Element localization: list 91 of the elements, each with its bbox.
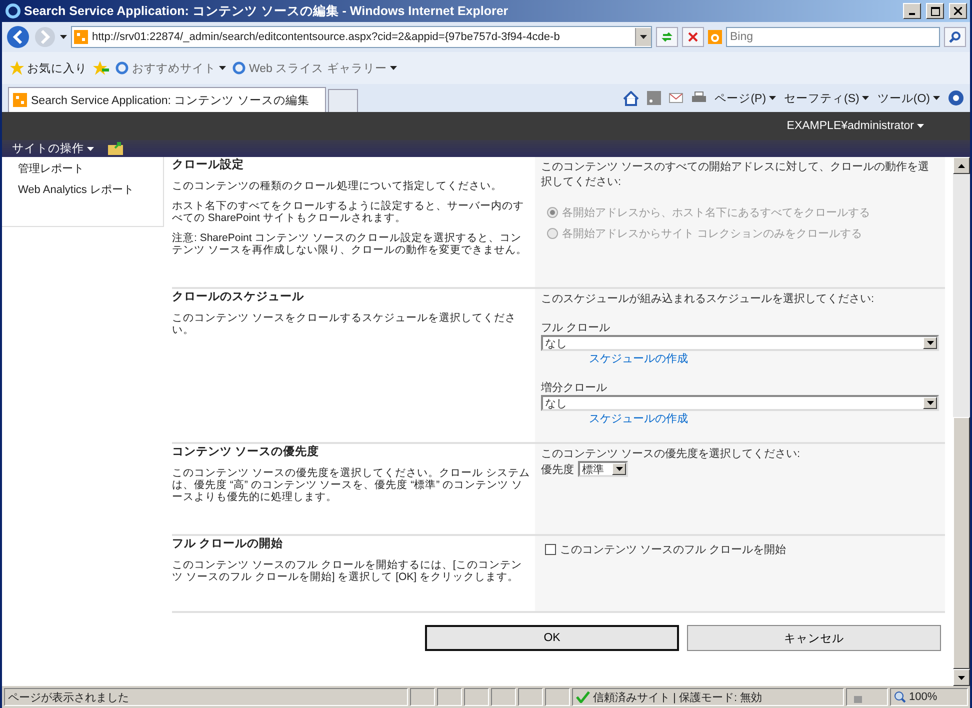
- add-favorites-icon[interactable]: [93, 61, 109, 75]
- browser-tab[interactable]: Search Service Application: コンテンツ ソースの編集: [8, 87, 326, 112]
- caret-icon: [390, 66, 397, 70]
- favorites-bar-link[interactable]: Web スライス ギャラリー: [232, 60, 397, 76]
- status-bar-pane: [545, 688, 570, 706]
- history-caret-icon[interactable]: [60, 35, 67, 39]
- section-prompt: このコンテンツ ソースの優先度を選択してください:: [541, 446, 802, 461]
- window-title: Search Service Application: コンテンツ ソースの編集 - Windows Internet Explorer: [24, 2, 510, 20]
- favorites-button[interactable]: お気に入り: [10, 60, 87, 76]
- maximize-icon: [930, 6, 940, 16]
- section-description: このコンテンツ ソースをクロールするスケジュールを選択してください。: [172, 312, 517, 336]
- create-schedule-link[interactable]: スケジュールの作成: [589, 351, 688, 366]
- section-title: コンテンツ ソースの優先度: [172, 444, 320, 459]
- user-menu[interactable]: EXAMPLE¥administrator: [786, 120, 924, 132]
- dialog-button[interactable]: OK: [425, 625, 679, 651]
- section-title: フル クロールの開始: [172, 536, 284, 551]
- refresh-button[interactable]: [656, 27, 678, 47]
- site-actions-menu[interactable]: サイトの操作: [12, 141, 94, 156]
- page-icon: [74, 30, 88, 44]
- up-arrow-icon: [958, 164, 965, 168]
- schedule-select[interactable]: なし: [541, 335, 939, 351]
- scrollbar-thumb[interactable]: [953, 417, 970, 669]
- status-text: ページが表示されました: [4, 688, 408, 706]
- status-bar-pane: [464, 688, 489, 706]
- close-icon: [954, 7, 962, 15]
- dropdown-caret-icon: [616, 467, 622, 471]
- stop-icon: [688, 32, 698, 42]
- sidebar-link[interactable]: 管理レポート: [18, 161, 163, 176]
- field-label: 優先度: [541, 462, 574, 476]
- favorites-bar-link[interactable]: おすすめサイト: [115, 60, 226, 76]
- dropdown-caret-icon: [926, 401, 934, 405]
- section-prompt: このスケジュールが組み込まれるスケジュールを選択してください:: [541, 292, 876, 306]
- security-zone: 信頼済みサイト | 保護モード: 無効: [572, 688, 844, 706]
- caret-icon: [862, 96, 870, 100]
- schedule-select[interactable]: なし: [541, 395, 939, 411]
- maximize-button[interactable]: [926, 3, 944, 19]
- status-bar-pane: [518, 688, 543, 706]
- search-icon: [949, 31, 961, 43]
- refresh-icon: [661, 31, 673, 43]
- stop-button[interactable]: [682, 27, 704, 47]
- address-field[interactable]: http://srv01:22874/_admin/search/editcontentsource.aspx?cid=2&appid={97be757d-3f94-4cde-b: [71, 26, 652, 48]
- radio-label: 各開始アドレスから、ホスト名下にあるすべてをクロールする: [562, 206, 870, 220]
- section-description: このコンテンツの種類のクロール処理について指定してください。: [172, 180, 503, 192]
- status-bar-pane: [491, 688, 516, 706]
- zoom-icon: [894, 691, 906, 703]
- search-provider-icon: [708, 30, 722, 44]
- section-title: クロール設定: [172, 157, 245, 172]
- checkbox[interactable]: [545, 544, 556, 555]
- mail-icon[interactable]: [668, 93, 683, 103]
- status-bar-pane: [437, 688, 462, 706]
- priority-select[interactable]: 標準: [578, 461, 628, 477]
- command-menu[interactable]: ツール(O): [877, 90, 940, 106]
- caret-icon: [917, 124, 924, 128]
- section-description: ホスト名下のすべてをクロールするように設定すると、サーバー内のすべての SharePoint サイトもクロールされます。: [172, 200, 525, 224]
- home-icon[interactable]: [622, 90, 639, 106]
- field-label: フル クロール: [541, 321, 612, 335]
- page-icon: [13, 93, 27, 107]
- status-bar-pane: [410, 688, 435, 706]
- command-menu[interactable]: セーフティ(S): [784, 90, 870, 106]
- check-icon: [576, 691, 590, 703]
- section-prompt: このコンテンツ ソースのすべての開始アドレスに対して、クロールの動作を選択してください:: [541, 160, 930, 189]
- field-label: 増分クロール: [541, 380, 608, 395]
- search-field[interactable]: Bing: [726, 27, 940, 47]
- section-description: このコンテンツ ソースの優先度を選択してください。クロール システムは、優先度 “高” のコンテンツ ソースを、優先度 “標準” のコンテンツ ソースよりも優先的に処理します。: [172, 467, 531, 504]
- checkbox-label: このコンテンツ ソースのフル クロールを開始: [560, 543, 786, 557]
- dropdown-caret-icon[interactable]: [640, 35, 647, 39]
- dialog-button[interactable]: キャンセル: [687, 625, 941, 651]
- create-schedule-link[interactable]: スケジュールの作成: [589, 411, 688, 426]
- command-menu[interactable]: ページ(P): [714, 90, 776, 106]
- close-button[interactable]: [949, 3, 967, 19]
- zoom-control[interactable]: 100%: [890, 688, 968, 706]
- dropdown-caret-icon: [926, 341, 934, 345]
- caret-icon: [87, 146, 94, 150]
- scroll-up-button[interactable]: [953, 157, 970, 174]
- radio-label: 各開始アドレスからサイト コレクションのみをクロールする: [562, 227, 862, 241]
- section-description: このコンテンツ ソースのフル クロールを開始するには、[このコンテンツ ソースのフル クロールを開始] を選択して [OK] をクリックします。: [172, 559, 523, 584]
- caret-icon: [219, 66, 226, 70]
- caret-icon: [933, 96, 940, 100]
- folder-icon[interactable]: [108, 142, 124, 155]
- down-arrow-icon: [958, 676, 965, 680]
- caret-icon: [769, 96, 776, 100]
- scroll-down-button[interactable]: [953, 669, 970, 686]
- sidebar-link[interactable]: Web Analytics レポート: [18, 182, 163, 197]
- back-icon[interactable]: [6, 25, 30, 49]
- section-title: クロールのスケジュール: [172, 290, 305, 304]
- printer-icon[interactable]: [690, 91, 707, 105]
- section-description: 注意: SharePoint コンテンツ ソースのクロール設定を選択すると、コンテンツ ソースを再作成しない限り、クロールの動作を変更できません。: [172, 232, 528, 256]
- minimize-button[interactable]: [903, 3, 921, 19]
- star-icon: [10, 61, 24, 75]
- security-button[interactable]: [846, 688, 888, 706]
- search-button[interactable]: [944, 27, 966, 47]
